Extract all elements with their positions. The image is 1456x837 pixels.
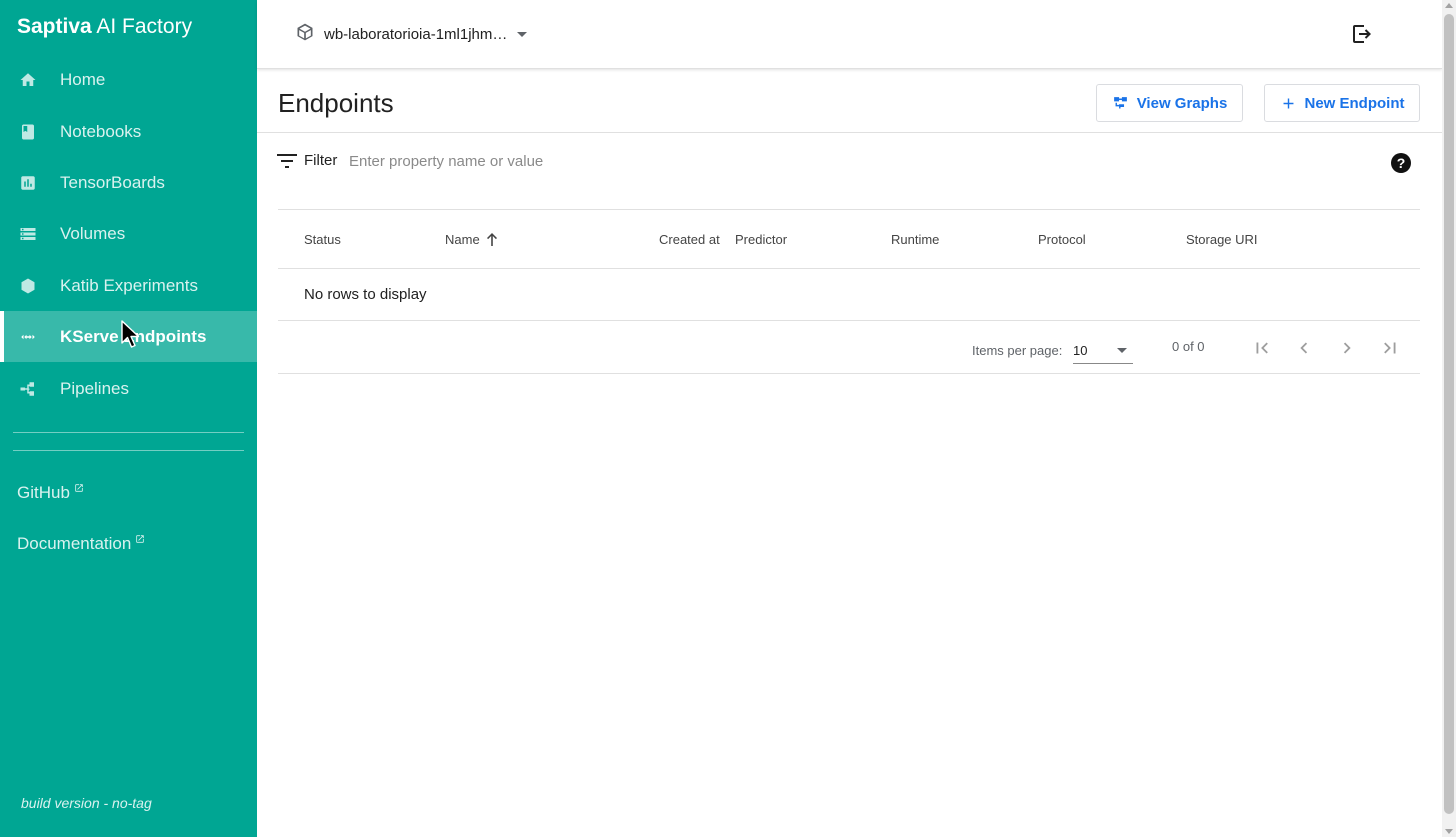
- first-page-icon: [1256, 342, 1268, 354]
- column-header-name[interactable]: Name: [445, 232, 498, 249]
- sidebar-item-kserve-endpoints[interactable]: KServe Endpoints: [0, 311, 257, 362]
- items-per-page-select[interactable]: 10: [1073, 340, 1133, 364]
- view-graphs-button[interactable]: View Graphs: [1096, 84, 1243, 122]
- documentation-link[interactable]: Documentation: [17, 534, 145, 554]
- page-title: Endpoints: [278, 88, 394, 118]
- column-header-status[interactable]: Status: [304, 232, 341, 247]
- external-link-icon: [136, 535, 145, 543]
- last-page-button[interactable]: [1378, 336, 1402, 360]
- top-bar: wb-laboratorioia-1ml1jhm…: [257, 0, 1442, 69]
- header-divider: [257, 132, 1442, 133]
- sidebar-item-label: Notebooks: [60, 121, 142, 141]
- empty-table-message: No rows to display: [304, 286, 427, 303]
- sidebar-item-label: Volumes: [60, 223, 126, 243]
- items-per-page-value: 10: [1073, 343, 1088, 358]
- column-header-storage-uri[interactable]: Storage URI: [1186, 232, 1258, 247]
- column-header-predictor[interactable]: Predictor: [735, 232, 787, 247]
- arrows-horizontal-icon: [19, 328, 37, 346]
- sidebar-item-label: Pipelines: [60, 378, 129, 398]
- filter-label: Filter: [304, 152, 338, 169]
- plus-icon: [1283, 98, 1293, 108]
- paginator-divider: [278, 373, 1420, 374]
- table-header-divider: [278, 268, 1420, 269]
- sidebar-item-home[interactable]: Home: [0, 54, 257, 105]
- filter-icon: [277, 153, 297, 169]
- arrow-up-icon: [486, 233, 498, 249]
- github-link[interactable]: GitHub: [17, 483, 84, 503]
- cube-icon: [295, 22, 315, 47]
- page-scrollbar[interactable]: [1442, 0, 1456, 837]
- new-endpoint-button[interactable]: New Endpoint: [1264, 84, 1420, 122]
- namespace-name: wb-laboratorioia-1ml1jhm…: [324, 25, 508, 43]
- logout-button[interactable]: [1350, 22, 1374, 46]
- chevron-left-icon: [1300, 342, 1308, 354]
- column-header-created-at[interactable]: Created at: [659, 232, 720, 247]
- build-version: build version - no-tag: [21, 795, 152, 811]
- items-per-page-label: Items per page:: [972, 343, 1063, 358]
- chevron-down-icon: [1117, 348, 1127, 353]
- sidebar-item-label: Katib Experiments: [60, 275, 198, 295]
- filter-input[interactable]: [349, 150, 949, 172]
- katib-icon: [19, 277, 37, 295]
- sidebar-item-pipelines[interactable]: Pipelines: [0, 363, 257, 414]
- notebook-icon: [19, 123, 37, 141]
- sidebar-divider: [13, 450, 244, 451]
- pipeline-icon: [19, 380, 37, 398]
- table-row-divider: [278, 320, 1420, 321]
- scroll-down-icon[interactable]: [1445, 829, 1453, 834]
- home-icon: [19, 71, 37, 89]
- previous-page-button[interactable]: [1292, 336, 1316, 360]
- sidebar-item-tensorboards[interactable]: TensorBoards: [0, 157, 257, 208]
- chevron-right-icon: [1343, 342, 1351, 354]
- namespace-selector[interactable]: wb-laboratorioia-1ml1jhm…: [295, 22, 528, 47]
- sidebar-item-label: KServe Endpoints: [60, 326, 207, 346]
- sidebar-item-notebooks[interactable]: Notebooks: [0, 106, 257, 157]
- table-top-divider: [278, 209, 1420, 210]
- column-header-protocol[interactable]: Protocol: [1038, 232, 1086, 247]
- storage-icon: [19, 225, 37, 243]
- sidebar-divider: [13, 432, 244, 433]
- sidebar-item-label: Home: [60, 69, 106, 89]
- bar-chart-icon: [19, 174, 37, 192]
- scroll-thumb[interactable]: [1444, 14, 1454, 814]
- sidebar-item-katib-experiments[interactable]: Katib Experiments: [0, 260, 257, 311]
- graph-icon: [1113, 96, 1127, 108]
- scroll-up-icon[interactable]: [1445, 3, 1453, 8]
- next-page-button[interactable]: [1335, 336, 1359, 360]
- first-page-button[interactable]: [1250, 336, 1274, 360]
- column-header-runtime[interactable]: Runtime: [891, 232, 939, 247]
- app-brand[interactable]: Saptiva AI Factory: [17, 15, 192, 39]
- sidebar-item-volumes[interactable]: Volumes: [0, 208, 257, 259]
- logout-icon: [1353, 25, 1371, 43]
- paginator-range: 0 of 0: [1172, 339, 1205, 354]
- chevron-down-icon: [517, 31, 528, 37]
- sidebar: Saptiva AI Factory Home Notebooks Tensor…: [0, 0, 257, 837]
- help-icon[interactable]: ?: [1391, 153, 1411, 173]
- last-page-icon: [1384, 342, 1396, 354]
- sidebar-item-label: TensorBoards: [60, 172, 165, 192]
- external-link-icon: [75, 484, 83, 492]
